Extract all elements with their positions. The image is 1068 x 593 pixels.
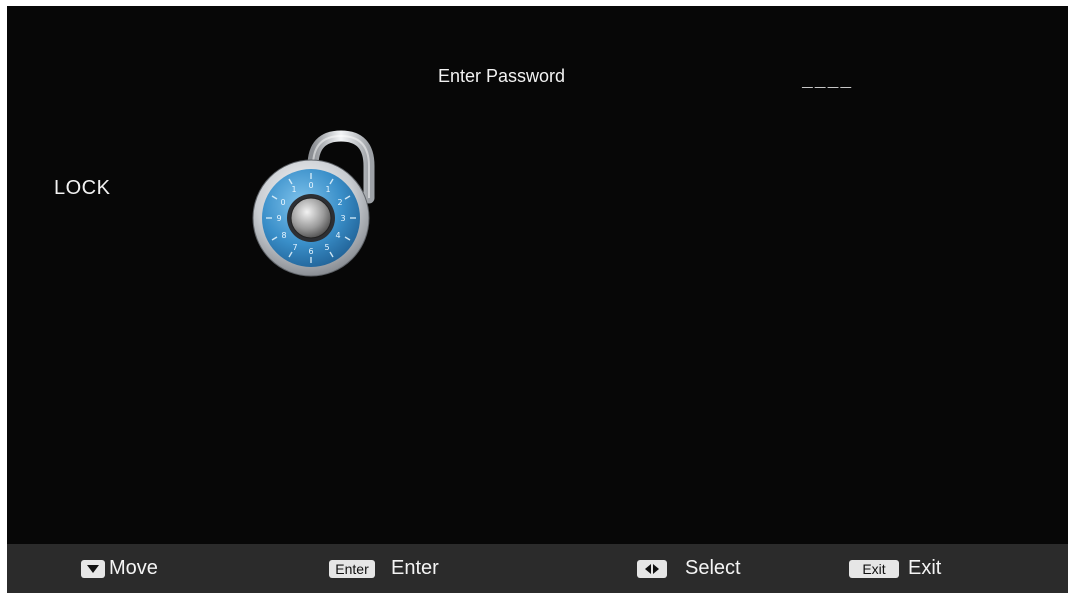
svg-text:5: 5	[324, 243, 329, 252]
hint-enter-label: Enter	[391, 557, 439, 579]
svg-text:2: 2	[337, 198, 342, 207]
exit-key-icon: Exit	[849, 559, 899, 578]
hint-exit-label: Exit	[908, 557, 942, 579]
lock-screen: LOCK 0 1 2 3 4 5 6 7 8 9 0 1 Enter Passw…	[7, 6, 1068, 593]
footer-hint-bar: Move Enter Enter Select Exit Exit	[7, 544, 1068, 593]
left-right-arrows-icon	[637, 559, 667, 578]
hint-exit: Exit Exit	[849, 544, 941, 593]
svg-text:3: 3	[340, 214, 345, 223]
svg-text:7: 7	[292, 243, 297, 252]
enter-key-icon: Enter	[329, 559, 375, 578]
svg-text:1: 1	[291, 185, 296, 194]
padlock-icon: 0 1 2 3 4 5 6 7 8 9 0 1	[252, 130, 375, 277]
svg-text:9: 9	[276, 214, 281, 223]
hint-move-label: Move	[109, 557, 158, 579]
svg-text:4: 4	[335, 231, 340, 240]
svg-text:0: 0	[280, 198, 285, 207]
svg-text:0: 0	[308, 181, 313, 190]
password-prompt-title: Enter Password	[438, 66, 566, 86]
down-arrow-icon	[81, 559, 105, 578]
svg-text:6: 6	[308, 247, 313, 256]
hint-select: Select	[637, 544, 741, 593]
password-input[interactable]: ____	[802, 72, 853, 92]
section-label: LOCK	[54, 177, 111, 199]
hint-move: Move	[81, 544, 158, 593]
svg-text:1: 1	[325, 185, 330, 194]
hint-select-label: Select	[685, 557, 741, 579]
hint-enter: Enter Enter	[329, 544, 439, 593]
svg-text:8: 8	[281, 231, 286, 240]
